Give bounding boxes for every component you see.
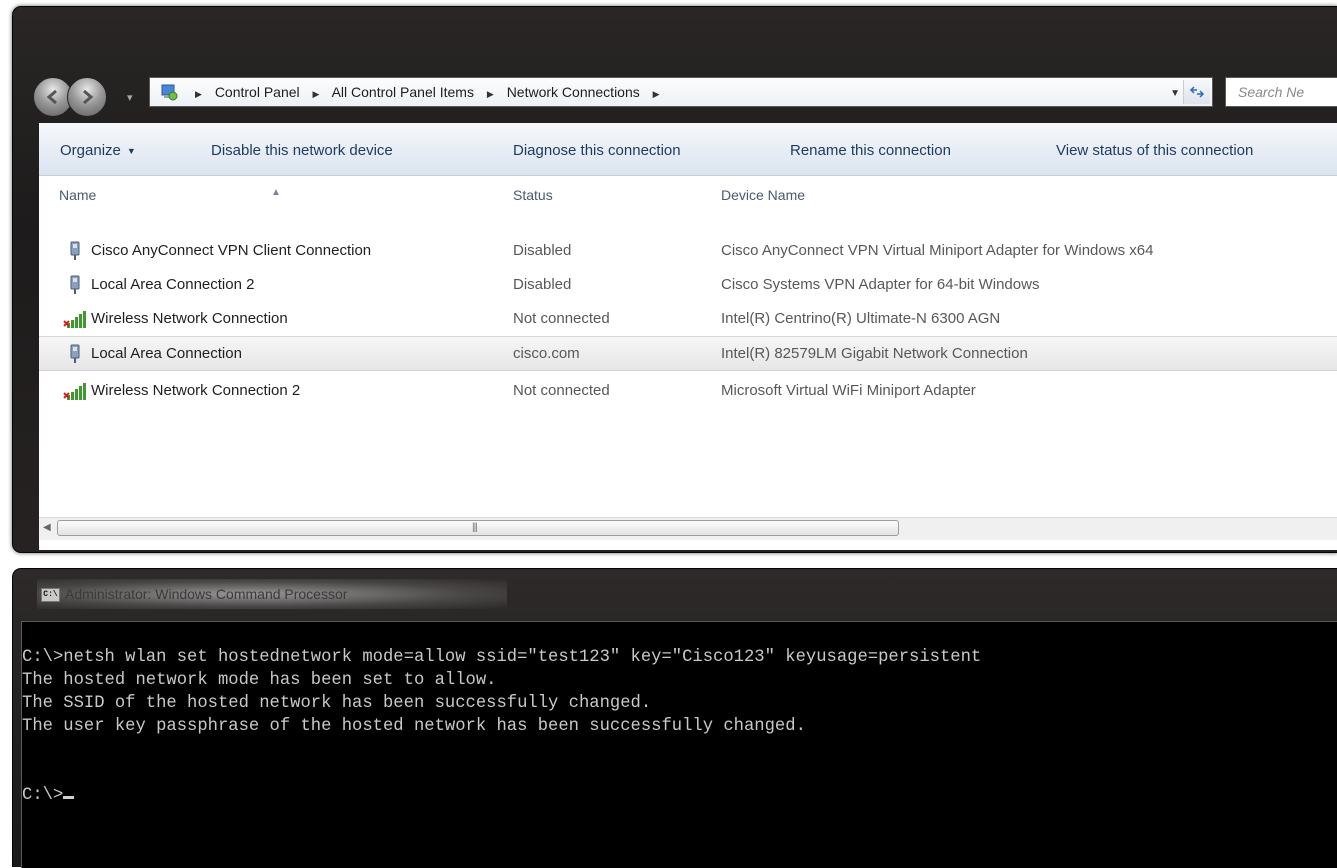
console-line: The user key passphrase of the hosted ne… [22, 717, 806, 736]
address-bar[interactable]: ▶ Control Panel ▶ All Control Panel Item… [149, 77, 1213, 107]
console-output[interactable]: C:\>netsh wlan set hostednetwork mode=al… [21, 621, 1337, 868]
refresh-button[interactable] [1183, 80, 1210, 104]
content-pane: Organize ▼ Disable this network device Di… [39, 123, 1337, 550]
connection-row[interactable]: Local Area Connection 2 Disabled Cisco Sys… [39, 268, 1337, 301]
connection-row[interactable]: Cisco AnyConnect VPN Client Connection Di… [39, 234, 1337, 267]
window-title: Administrator: Windows Command Processor [65, 586, 348, 602]
console-line: C:\>netsh wlan set hostednetwork mode=al… [22, 648, 982, 667]
horizontal-scrollbar[interactable]: ◀ ||| [39, 517, 1337, 540]
column-header-row: ▲ Name Status Device Name [39, 177, 1337, 209]
arrow-left-icon [46, 89, 57, 105]
search-input[interactable]: Search Ne [1225, 77, 1337, 107]
wired-network-icon [63, 241, 89, 261]
column-header-device[interactable]: Device Name [721, 187, 805, 203]
view-status-button[interactable]: View status of this connection [1056, 142, 1253, 159]
connection-row[interactable]: Local Area Connection cisco.com Intel(R) 8… [39, 336, 1337, 371]
rename-button[interactable]: Rename this connection [790, 142, 951, 159]
wireless-signal-icon [63, 309, 89, 329]
breadcrumb-network-connections[interactable]: Network Connections [507, 84, 640, 100]
connection-device: Cisco AnyConnect VPN Virtual Miniport Ad… [721, 242, 1154, 259]
wireless-signal-icon [63, 381, 89, 401]
chevron-right-icon: ▶ [195, 89, 202, 99]
column-header-name[interactable]: Name [59, 187, 96, 203]
connection-status: Disabled [513, 242, 572, 259]
connection-row[interactable]: Wireless Network Connection 2 Not connect… [39, 374, 1337, 407]
breadcrumb-control-panel[interactable]: Control Panel [215, 84, 300, 100]
scrollbar-thumb[interactable]: ||| [57, 520, 899, 536]
connection-status: Not connected [513, 382, 610, 399]
connection-name: Local Area Connection [91, 345, 242, 362]
connection-device: Microsoft Virtual WiFi Miniport Adapter [721, 382, 976, 399]
chevron-down-icon: ▼ [126, 146, 136, 156]
chevron-right-icon[interactable]: ▶ [653, 89, 660, 99]
grip-icon: ||| [472, 522, 478, 533]
command-prompt-window: C:\ Administrator: Windows Command Proce… [12, 568, 1337, 868]
sort-ascending-icon: ▲ [271, 187, 281, 198]
connection-device: Intel(R) 82579LM Gigabit Network Connect… [721, 345, 1028, 362]
connection-row[interactable]: Wireless Network Connection Not connected… [39, 302, 1337, 335]
refresh-icon [1189, 86, 1205, 98]
wired-network-icon [63, 344, 89, 364]
column-header-status[interactable]: Status [513, 187, 553, 203]
console-line: The hosted network mode has been set to … [22, 671, 497, 690]
wired-network-icon [63, 275, 89, 295]
organize-menu[interactable]: Organize ▼ [60, 142, 136, 159]
connection-status: Disabled [513, 276, 572, 293]
text-cursor [63, 796, 75, 799]
arrow-right-icon [83, 89, 94, 105]
scroll-left-icon[interactable]: ◀ [43, 522, 51, 533]
connection-name: Cisco AnyConnect VPN Client Connection [91, 242, 372, 259]
console-icon: C:\ [41, 588, 60, 602]
connection-name: Wireless Network Connection [91, 310, 288, 327]
address-history-dropdown[interactable]: ▼ [1170, 88, 1180, 99]
control-panel-icon [161, 84, 178, 101]
connection-status: Not connected [513, 310, 610, 327]
chevron-right-icon[interactable]: ▶ [313, 89, 320, 99]
connection-name: Wireless Network Connection 2 [91, 382, 301, 399]
console-text: C:\>netsh wlan set hostednetwork mode=al… [22, 646, 981, 807]
recent-pages-dropdown[interactable]: ▾ [127, 91, 133, 104]
connection-name: Local Area Connection 2 [91, 276, 255, 293]
chevron-right-icon[interactable]: ▶ [487, 89, 494, 99]
command-bar: Organize ▼ Disable this network device Di… [39, 123, 1337, 176]
network-connections-window: ▾ ▶ Control Panel ▶ All Control Panel It… [12, 6, 1337, 553]
diagnose-button[interactable]: Diagnose this connection [513, 142, 681, 159]
breadcrumb: ▶ Control Panel ▶ All Control Panel Item… [186, 84, 669, 100]
connection-device: Intel(R) Centrino(R) Ultimate-N 6300 AGN [721, 310, 1001, 327]
console-line: The SSID of the hosted network has been … [22, 694, 652, 713]
connection-device: Cisco Systems VPN Adapter for 64-bit Win… [721, 276, 1040, 293]
console-line: C:\> [22, 786, 64, 805]
organize-label: Organize [60, 142, 121, 159]
forward-button[interactable] [67, 77, 107, 117]
breadcrumb-all-items[interactable]: All Control Panel Items [332, 84, 474, 100]
connection-status: cisco.com [513, 345, 580, 362]
disable-device-button[interactable]: Disable this network device [211, 142, 393, 159]
